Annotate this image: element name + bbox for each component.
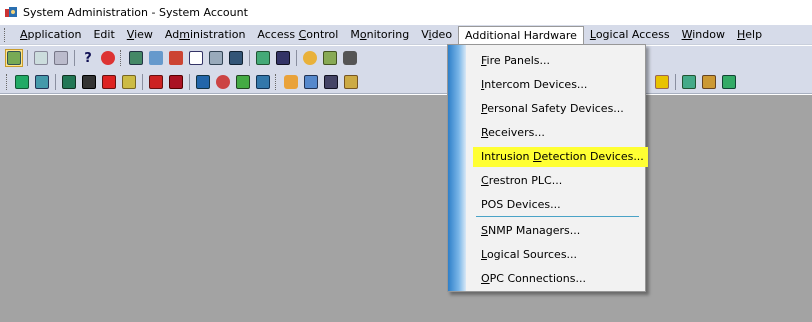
monitor-station-icon[interactable] bbox=[680, 73, 698, 91]
toolbar-secondary-right bbox=[652, 73, 739, 91]
video-icon[interactable] bbox=[321, 49, 339, 67]
menu-side-strip bbox=[448, 45, 466, 291]
toolbar-separator bbox=[74, 50, 75, 66]
toolbar-separator bbox=[55, 73, 56, 90]
link-icon[interactable] bbox=[720, 73, 738, 91]
grid-icon[interactable] bbox=[254, 73, 272, 91]
app-icon bbox=[4, 6, 18, 20]
input-icon[interactable] bbox=[100, 73, 118, 91]
about-icon[interactable] bbox=[99, 49, 117, 67]
tree-icon[interactable] bbox=[13, 73, 31, 91]
toolbar-separator bbox=[675, 74, 676, 90]
menu-application[interactable]: Application bbox=[14, 26, 87, 44]
zone-icon[interactable] bbox=[653, 73, 671, 91]
toolbar-grip[interactable] bbox=[120, 50, 123, 66]
menu-help[interactable]: Help bbox=[731, 26, 768, 44]
toolbar-separator bbox=[249, 50, 250, 66]
cardholders-icon[interactable] bbox=[127, 49, 145, 67]
print-icon[interactable] bbox=[52, 49, 70, 67]
menu-bar: Application Edit View Administration Acc… bbox=[0, 25, 812, 45]
camera-icon[interactable] bbox=[341, 49, 359, 67]
chart-icon[interactable] bbox=[234, 73, 252, 91]
menu-access-control[interactable]: Access Control bbox=[251, 26, 344, 44]
reader-icon[interactable] bbox=[80, 73, 98, 91]
print-preview-icon[interactable] bbox=[32, 49, 50, 67]
menu-video[interactable]: Video bbox=[415, 26, 458, 44]
toolbar-separator bbox=[27, 50, 28, 66]
badge-icon[interactable] bbox=[147, 49, 165, 67]
menu-item-opc-connections[interactable]: OPC Connections... bbox=[473, 269, 590, 289]
menu-item-receivers[interactable]: Receivers... bbox=[473, 123, 549, 143]
menu-additional-hardware[interactable]: Additional Hardware bbox=[458, 25, 584, 44]
map-icon[interactable] bbox=[33, 73, 51, 91]
menu-administration[interactable]: Administration bbox=[159, 26, 252, 44]
person-icon[interactable] bbox=[322, 73, 340, 91]
menu-monitoring[interactable]: Monitoring bbox=[344, 26, 415, 44]
alarms-icon[interactable] bbox=[227, 49, 245, 67]
menu-item-snmp-managers[interactable]: SNMP Managers... bbox=[473, 221, 584, 241]
sensor-icon[interactable] bbox=[194, 73, 212, 91]
bell-icon[interactable] bbox=[282, 73, 300, 91]
menu-logical-access[interactable]: Logical Access bbox=[584, 26, 676, 44]
users-icon[interactable] bbox=[254, 49, 272, 67]
menu-item-pos-devices[interactable]: POS Devices... bbox=[473, 195, 565, 215]
menu-item-logical-sources[interactable]: Logical Sources... bbox=[473, 245, 581, 265]
menu-bar-grip[interactable] bbox=[4, 28, 8, 42]
key-icon[interactable] bbox=[342, 73, 360, 91]
user-badge-icon[interactable] bbox=[5, 49, 23, 67]
menu-window[interactable]: Window bbox=[676, 26, 731, 44]
toolbar-secondary bbox=[0, 70, 812, 94]
network-icon[interactable] bbox=[214, 73, 232, 91]
toolbar-grip[interactable] bbox=[6, 73, 9, 90]
window-title: System Administration - System Account bbox=[23, 6, 248, 19]
menu-item-intercom-devices[interactable]: Intercom Devices... bbox=[473, 75, 591, 95]
toolbar-separator bbox=[142, 73, 143, 90]
panel-icon[interactable] bbox=[60, 73, 78, 91]
monitor-icon[interactable] bbox=[207, 49, 225, 67]
host-icon[interactable] bbox=[700, 73, 718, 91]
menu-item-intrusion-detection-devices[interactable]: Intrusion Detection Devices... bbox=[473, 147, 648, 167]
menu-edit[interactable]: Edit bbox=[87, 26, 120, 44]
output-icon[interactable] bbox=[120, 73, 138, 91]
toolbar-grip[interactable] bbox=[275, 73, 278, 90]
additional-hardware-menu: Fire Panels... Intercom Devices... Perso… bbox=[447, 44, 648, 292]
reports-icon[interactable] bbox=[187, 49, 205, 67]
alarm-input-icon[interactable] bbox=[147, 73, 165, 91]
toolbar-separator bbox=[296, 50, 297, 66]
toolbar-separator bbox=[189, 73, 190, 90]
lock-icon[interactable] bbox=[302, 73, 320, 91]
devices-icon[interactable] bbox=[274, 49, 292, 67]
gear-icon[interactable] bbox=[301, 49, 319, 67]
door-icon[interactable] bbox=[167, 73, 185, 91]
help-icon[interactable]: ? bbox=[79, 49, 97, 67]
menu-item-crestron-plc[interactable]: Crestron PLC... bbox=[473, 171, 566, 191]
menu-item-personal-safety-devices[interactable]: Personal Safety Devices... bbox=[473, 99, 628, 119]
access-levels-icon[interactable] bbox=[167, 49, 185, 67]
menu-item-fire-panels[interactable]: Fire Panels... bbox=[473, 51, 554, 71]
toolbar-primary: ? bbox=[0, 46, 812, 70]
title-bar: System Administration - System Account bbox=[0, 0, 812, 25]
workspace-area[interactable] bbox=[0, 95, 812, 322]
menu-view[interactable]: View bbox=[121, 26, 159, 44]
menu-separator bbox=[476, 216, 639, 217]
